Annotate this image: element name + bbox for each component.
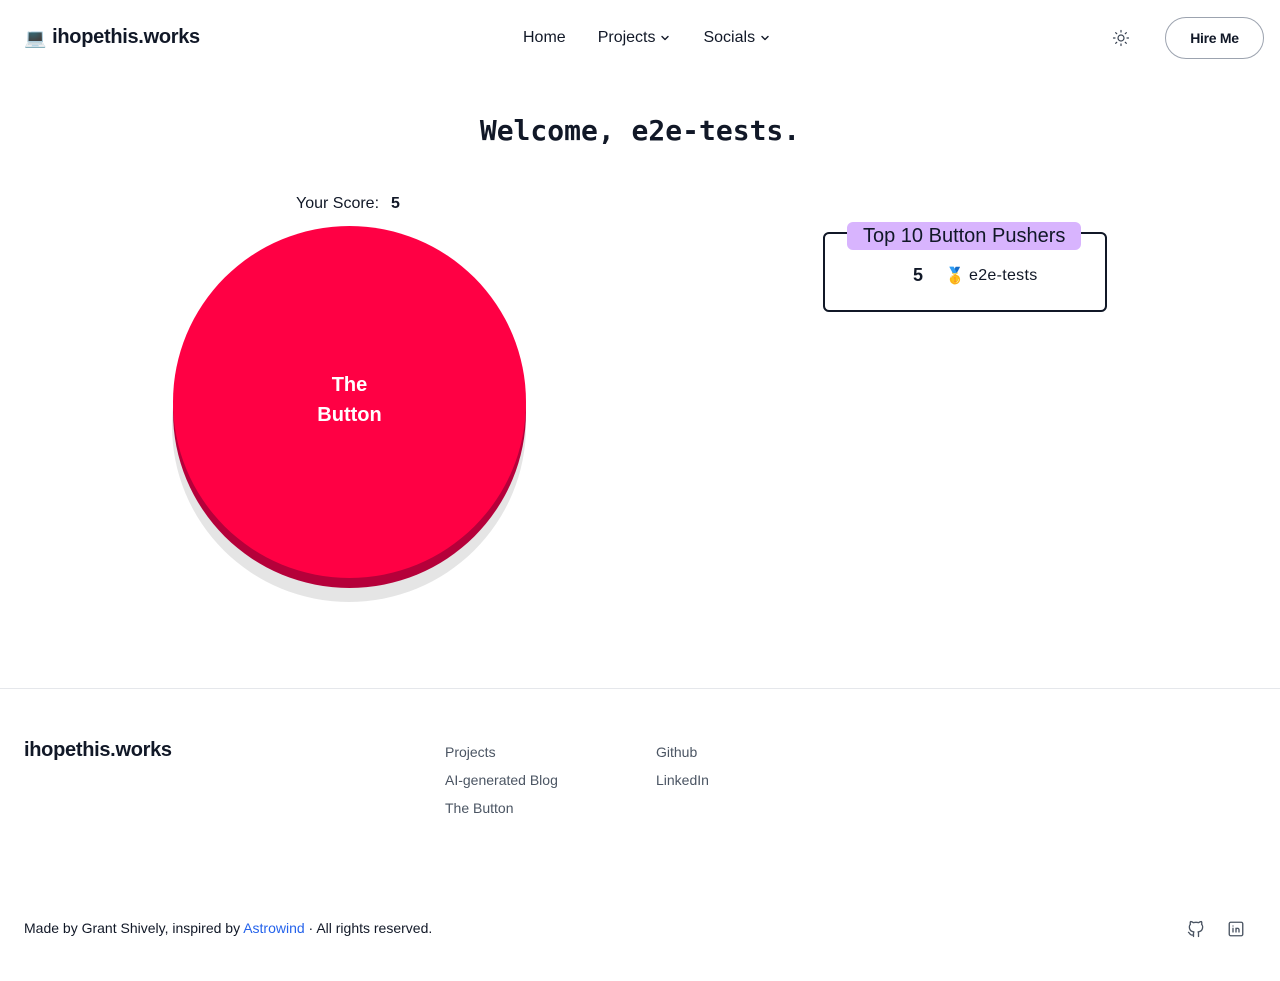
copyright: Made by Grant Shively, inspired by Astro… [24,920,432,936]
footer-brand[interactable]: ihopethis.works [24,739,172,762]
logo-text: ihopethis.works [52,26,200,48]
footer-link-github[interactable]: Github [656,744,709,772]
leaderboard-name: e2e-tests [969,266,1038,284]
the-button-container: The Button [172,226,528,606]
score-display: Your Score: 5 [296,195,400,213]
site-header: 💻 ihopethis.works Home Projects Socials … [0,0,1280,76]
footer-link-linkedin[interactable]: LinkedIn [656,772,709,800]
leaderboard-title: Top 10 Button Pushers [847,222,1082,250]
the-button-label-line2: Button [317,404,382,426]
footer-link-blog[interactable]: AI-generated Blog [445,772,558,800]
footer-links-projects: Projects AI-generated Blog The Button [445,744,558,828]
laptop-icon: 💻 [24,27,47,48]
footer-link-projects[interactable]: Projects [445,744,558,772]
chevron-down-icon [661,35,670,41]
nav-socials-label: Socials [703,29,756,46]
footer-links-socials: Github LinkedIn [656,744,709,800]
theme-toggle-button[interactable] [1108,25,1134,51]
the-button-label: The Button [310,370,390,430]
gold-medal-icon: 🥇 [945,267,965,285]
linkedin-link[interactable] [1225,918,1247,940]
sun-icon [1112,29,1130,47]
the-button[interactable]: The Button [173,226,526,578]
welcome-heading: Welcome, e2e-tests. [479,114,801,147]
nav-socials-dropdown[interactable]: Socials [687,29,787,47]
main-nav: Home Projects Socials [507,26,787,50]
nav-projects-label: Projects [597,29,656,46]
copyright-suffix: · All rights reserved. [304,920,433,936]
the-button-label-line1: The [331,374,368,396]
score-label: Your Score: [296,195,380,212]
github-icon [1187,920,1204,938]
site-logo[interactable]: 💻 ihopethis.works [24,26,200,49]
astrowind-link[interactable]: Astrowind [243,920,304,936]
copyright-prefix: Made by Grant Shively, inspired by [24,920,244,936]
leaderboard-row: 5 🥇 e2e-tests [913,265,1038,286]
github-link[interactable] [1185,918,1207,940]
linkedin-icon [1228,921,1244,937]
score-value: 5 [391,195,400,212]
nav-home-label: Home [523,29,566,46]
footer-link-the-button[interactable]: The Button [445,800,558,828]
footer-divider [0,688,1280,689]
leaderboard: Top 10 Button Pushers 5 🥇 e2e-tests [823,222,1107,312]
hire-me-button[interactable]: Hire Me [1165,17,1264,59]
leaderboard-score: 5 [913,265,924,285]
nav-projects-dropdown[interactable]: Projects [582,29,688,47]
chevron-down-icon [761,35,769,41]
nav-home[interactable]: Home [507,29,582,47]
